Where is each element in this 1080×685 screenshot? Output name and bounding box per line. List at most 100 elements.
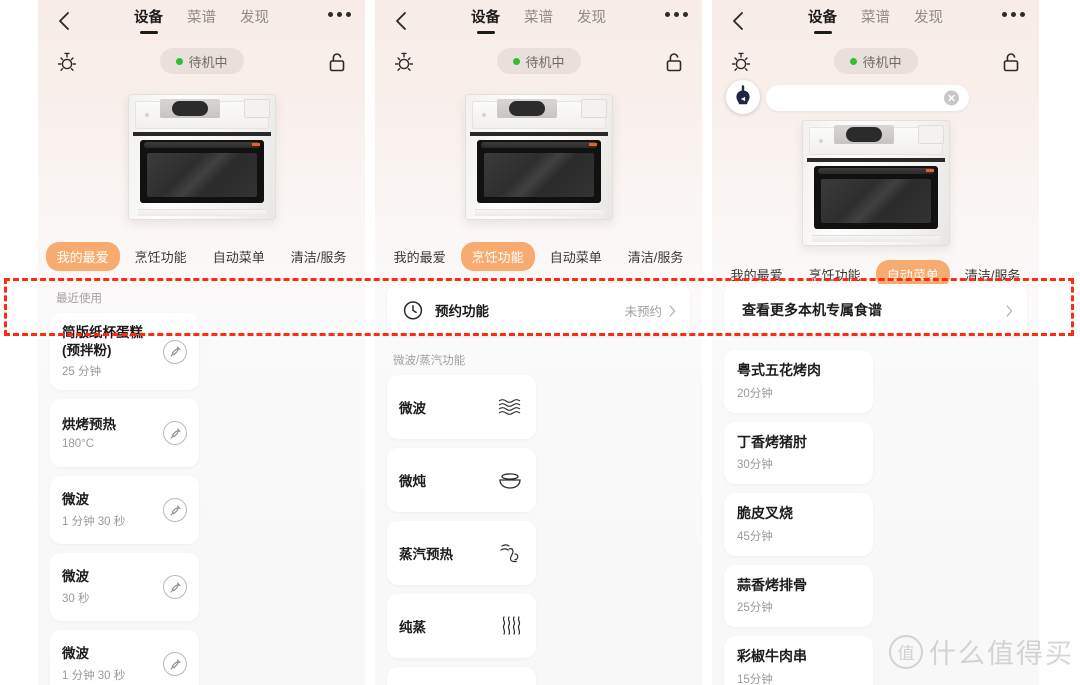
card-subtitle: 45分钟 (737, 530, 773, 543)
list-item[interactable]: 简版纸杯蛋糕(预拌粉) 25 分钟 (50, 313, 199, 391)
function-tab-favorites[interactable]: 我的最爱 (45, 241, 120, 271)
device-image-wrap (712, 116, 1039, 250)
section-label-microwave-steam: 微波/蒸汽功能 (393, 355, 466, 367)
chevron-right-icon (1006, 304, 1013, 317)
clock-icon (401, 298, 425, 322)
list-item[interactable]: 纯蒸 (387, 594, 536, 658)
card-title: 微波 (62, 569, 89, 585)
card-subtitle: 30分钟 (737, 459, 773, 471)
card-subtitle: 180°C (62, 437, 95, 450)
top-nav: 设备 菜谱 发现 (712, 0, 1039, 42)
nav-tab-device[interactable]: 设备 (808, 6, 837, 34)
light-slider-row[interactable]: ◄ (712, 80, 1039, 116)
list-item[interactable]: 脆皮叉烧 45分钟 (724, 493, 873, 556)
pin-icon[interactable] (163, 421, 187, 446)
list-item[interactable]: 微炖 (387, 448, 536, 512)
list-item[interactable]: 烘烤预热 180°C (50, 399, 199, 468)
list-item[interactable]: 微波 30 秒 (50, 553, 199, 622)
brightness-sun-icon[interactable] (391, 50, 417, 76)
card-title: 微波 (399, 401, 426, 416)
nav-tab-device[interactable]: 设备 (471, 6, 500, 34)
card-title: 丁香烤猪肘 (737, 433, 807, 450)
list-item[interactable]: 蒸汽预热 (387, 521, 536, 585)
device-image-wrap (375, 82, 702, 232)
list-item[interactable]: 粤式五花烤肉 20分钟 (724, 350, 873, 413)
steam-preheat-icon (496, 540, 524, 566)
list-item[interactable]: 彩椒牛肉串 15分钟 (724, 636, 873, 685)
clear-circle-icon[interactable] (944, 90, 959, 106)
steam-oven-illustration[interactable] (127, 94, 276, 220)
status-dot-icon (512, 57, 520, 65)
nav-tabs: 设备 菜谱 发现 (38, 6, 365, 34)
light-bulb-icon[interactable]: ◄ (726, 80, 760, 114)
top-nav: 设备 菜谱 发现 (38, 0, 365, 42)
pin-icon[interactable] (163, 339, 187, 364)
function-tab-auto-menu[interactable]: 自动菜单 (539, 242, 613, 271)
nav-tabs: 设备 菜谱 发现 (375, 6, 702, 34)
steam-oven-illustration[interactable] (464, 94, 613, 220)
steam-oven-illustration[interactable] (801, 120, 950, 246)
status-badge: 待机中 (159, 48, 244, 74)
schedule-row[interactable]: 预约功能 未预约 (387, 284, 690, 336)
list-item[interactable]: 微波 (387, 375, 536, 439)
lock-open-icon[interactable] (1001, 50, 1021, 74)
function-tab-favorites[interactable]: 我的最爱 (383, 242, 457, 271)
card-title: 烘烤预热 (62, 417, 116, 433)
panel-row: 设备 菜谱 发现 待机中 我的最爱 烹饪功能 自动菜单 清洁/服务 最近使用 简… (0, 0, 1080, 685)
status-row: 待机中 (375, 42, 702, 82)
card-title: 蒸汽预热 (399, 547, 453, 562)
recipe-card-grid: 粤式五花烤肉 20分钟 丁香烤猪肘 30分钟 脆皮叉烧 45分钟 蒜香烤排骨 2… (724, 350, 1027, 685)
pin-icon[interactable] (163, 652, 187, 677)
lock-open-icon[interactable] (327, 50, 347, 74)
list-item[interactable]: 蒜香烤排骨 25分钟 (724, 564, 873, 627)
nav-tab-recipes[interactable]: 菜谱 (861, 6, 890, 34)
nav-tab-discover[interactable]: 发现 (577, 6, 606, 34)
list-item[interactable]: 丁香烤猪肘 30分钟 (724, 421, 873, 484)
top-nav: 设备 菜谱 发现 (375, 0, 702, 42)
more-recipes-row[interactable]: 查看更多本机专属食谱 (724, 284, 1027, 336)
brightness-sun-icon[interactable] (728, 50, 754, 76)
nav-tab-discover[interactable]: 发现 (914, 6, 943, 34)
function-tab-clean-service[interactable]: 清洁/服务 (617, 242, 695, 271)
status-label: 待机中 (525, 54, 565, 70)
status-row: 待机中 (712, 42, 1039, 82)
recent-used-grid: 简版纸杯蛋糕(预拌粉) 25 分钟 烘烤预热 180°C 微波 1 分钟 30 … (50, 313, 353, 685)
card-subtitle: 25分钟 (737, 602, 773, 614)
card-subtitle: 1 分钟 30 秒 (62, 515, 126, 528)
list-item[interactable]: 快蒸 (387, 667, 536, 685)
card-title: 简版纸杯蛋糕(预拌粉) (62, 325, 143, 358)
function-tab-cooking[interactable]: 烹饪功能 (124, 242, 198, 271)
stew-pot-icon (496, 467, 524, 493)
brightness-sun-icon[interactable] (54, 50, 80, 76)
lock-open-icon[interactable] (664, 50, 684, 74)
more-horizontal-icon[interactable] (665, 12, 688, 17)
microwave-waves-icon (496, 394, 524, 420)
pin-icon[interactable] (163, 498, 187, 523)
list-item[interactable]: 微波 1 分钟 30 秒 (50, 476, 199, 545)
status-badge: 待机中 (496, 48, 581, 74)
status-row: 待机中 (38, 42, 365, 82)
cooking-functions-content[interactable]: 预约功能 未预约 微波/蒸汽功能 微波 微炖 蒸汽预热 纯蒸 (375, 280, 702, 685)
function-tab-auto-menu[interactable]: 自动菜单 (202, 242, 276, 271)
card-title: 脆皮叉烧 (737, 505, 793, 521)
schedule-label: 预约功能 (435, 304, 489, 319)
pin-icon[interactable] (163, 575, 187, 600)
favorites-content[interactable]: 最近使用 简版纸杯蛋糕(预拌粉) 25 分钟 烘烤预热 180°C 微波 1 分… (38, 280, 365, 685)
nav-tab-discover[interactable]: 发现 (240, 6, 269, 34)
function-tab-row: 我的最爱 烹饪功能 自动菜单 清洁/服务 (375, 232, 702, 280)
card-subtitle: 25 分钟 (62, 366, 101, 379)
function-tab-cooking[interactable]: 烹饪功能 (460, 241, 535, 271)
auto-menu-content[interactable]: 查看更多本机专属食谱 粤式五花烤肉 20分钟 丁香烤猪肘 30分钟 脆皮叉烧 4… (712, 280, 1039, 685)
more-horizontal-icon[interactable] (1002, 12, 1025, 17)
card-subtitle: 15分钟 (737, 673, 773, 685)
more-horizontal-icon[interactable] (328, 12, 351, 17)
svg-text:◄: ◄ (740, 96, 747, 103)
nav-tab-device[interactable]: 设备 (134, 6, 163, 34)
function-tab-clean-service[interactable]: 清洁/服务 (280, 242, 358, 271)
card-title: 纯蒸 (399, 620, 426, 635)
list-item[interactable]: 微波 1 分钟 30 秒 (50, 630, 199, 685)
card-subtitle: 30 秒 (62, 592, 90, 605)
nav-tab-recipes[interactable]: 菜谱 (524, 6, 553, 34)
nav-tab-recipes[interactable]: 菜谱 (187, 6, 216, 34)
light-slider-input[interactable] (766, 85, 969, 111)
